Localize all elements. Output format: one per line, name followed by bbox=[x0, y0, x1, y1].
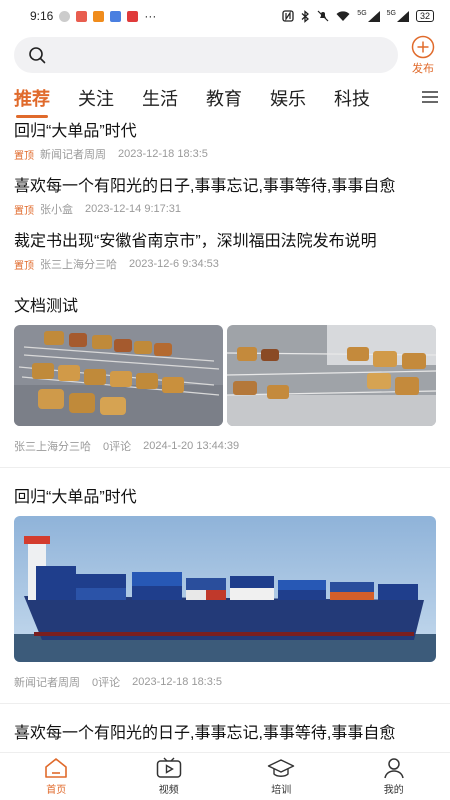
article-time: 2023-12-14 9:17:31 bbox=[85, 203, 182, 215]
article-author: 张三上海分三哈 bbox=[14, 441, 91, 453]
grilled-food-photo[interactable] bbox=[227, 325, 436, 426]
search-bar[interactable] bbox=[14, 37, 398, 73]
bbq-skewers-photo[interactable] bbox=[14, 325, 223, 426]
nfc-icon bbox=[282, 10, 294, 22]
video-app-icon bbox=[127, 10, 139, 22]
article-images bbox=[14, 325, 436, 426]
article-title: 喜欢每一个有阳光的日子,事事忘记,事事等待,事事自愈 bbox=[14, 178, 396, 195]
tab-tech[interactable]: 科技 bbox=[334, 85, 370, 111]
tabbar-profile[interactable]: 我的 bbox=[338, 753, 450, 800]
pinned-badge: 置顶 bbox=[14, 205, 34, 217]
comment-count: 0评论 bbox=[92, 677, 121, 689]
comment-count: 0评论 bbox=[103, 441, 132, 453]
article-author: 张三上海分三哈 bbox=[40, 259, 117, 271]
article-time: 2023-12-18 18:3:5 bbox=[118, 148, 208, 160]
game-app-icon bbox=[93, 10, 105, 22]
mute-icon bbox=[317, 10, 329, 22]
article-author: 张小盒 bbox=[40, 204, 73, 216]
video-icon bbox=[156, 757, 181, 778]
category-tabs: 推荐 关注 生活 教育 娱乐 科技 bbox=[0, 78, 450, 118]
bluetooth-icon bbox=[301, 9, 310, 23]
status-bar: 9:16 ··· 5G 5G 32 bbox=[0, 0, 450, 32]
article-card[interactable]: 喜欢每一个有阳光的日子,事事忘记,事事等待,事事自愈 bbox=[0, 712, 450, 752]
more-notifications: ··· bbox=[144, 9, 157, 23]
tabbar-label: 首页 bbox=[46, 785, 67, 796]
pinned-article[interactable]: 裁定书出现“安徽省南京市”，深圳福田法院发布说明 置顶 张三上海分三哈 2023… bbox=[0, 226, 450, 281]
search-icon bbox=[29, 47, 46, 64]
status-time: 9:16 bbox=[30, 9, 54, 23]
battery-indicator: 32 bbox=[415, 10, 434, 22]
news-feed[interactable]: 回归“大单品”时代 置顶 新闻记者周周 2023-12-18 18:3:5 喜欢… bbox=[0, 116, 450, 752]
tab-education[interactable]: 教育 bbox=[206, 85, 242, 111]
article-title: 裁定书出现“安徽省南京市”，深圳福田法院发布说明 bbox=[14, 233, 377, 250]
publish-label: 发布 bbox=[412, 62, 434, 75]
menu-icon[interactable] bbox=[422, 90, 438, 104]
search-input[interactable] bbox=[54, 47, 354, 63]
game-app-icon bbox=[76, 10, 88, 22]
search-row: 发布 bbox=[0, 34, 450, 76]
graduation-cap-icon bbox=[268, 759, 295, 777]
mail-app-icon bbox=[110, 10, 122, 22]
tabbar-training[interactable]: 培训 bbox=[225, 753, 338, 800]
tabbar-label: 培训 bbox=[271, 785, 292, 796]
article-title: 回归“大单品”时代 bbox=[14, 123, 137, 140]
publish-button[interactable]: 发布 bbox=[408, 35, 438, 76]
article-author: 新闻记者周周 bbox=[40, 149, 106, 161]
cargo-ship-photo[interactable] bbox=[14, 516, 436, 662]
tabbar-video[interactable]: 视频 bbox=[113, 753, 226, 800]
tab-entertainment[interactable]: 娱乐 bbox=[270, 85, 306, 111]
signal-icon bbox=[367, 10, 380, 22]
home-icon bbox=[45, 758, 68, 778]
tabbar-label: 我的 bbox=[383, 785, 404, 796]
article-title: 回归“大单品”时代 bbox=[14, 489, 137, 506]
tab-recommend[interactable]: 推荐 bbox=[14, 85, 50, 118]
article-time: 2023-12-18 18:3:5 bbox=[132, 676, 223, 688]
add-circle-icon bbox=[411, 35, 435, 58]
article-card[interactable]: 文档测试 张三上海分三哈 0评论 2024-1-20 13:44:39 bbox=[0, 285, 450, 468]
article-card[interactable]: 回归“大单品”时代 新闻记者周周 0评论 2023-12-18 18:3:5 bbox=[0, 476, 450, 704]
article-author: 新闻记者周周 bbox=[14, 677, 80, 689]
bottom-tab-bar: 首页 视频 培训 我的 bbox=[0, 752, 450, 800]
wifi-icon bbox=[336, 10, 350, 21]
app-notification-icon bbox=[59, 10, 71, 22]
article-title: 喜欢每一个有阳光的日子,事事忘记,事事等待,事事自愈 bbox=[14, 725, 396, 742]
article-time: 2023-12-6 9:34:53 bbox=[129, 258, 219, 270]
pinned-article[interactable]: 回归“大单品”时代 置顶 新闻记者周周 2023-12-18 18:3:5 bbox=[0, 116, 450, 171]
tabbar-home[interactable]: 首页 bbox=[0, 753, 113, 800]
signal-label: 5G bbox=[386, 9, 396, 17]
pinned-badge: 置顶 bbox=[14, 150, 34, 162]
signal-label: 5G bbox=[357, 9, 367, 17]
pinned-badge: 置顶 bbox=[14, 260, 34, 272]
tabbar-label: 视频 bbox=[158, 785, 179, 796]
tab-follow[interactable]: 关注 bbox=[78, 85, 114, 111]
pinned-article[interactable]: 喜欢每一个有阳光的日子,事事忘记,事事等待,事事自愈 置顶 张小盒 2023-1… bbox=[0, 171, 450, 226]
signal-icon bbox=[396, 10, 409, 22]
user-icon bbox=[384, 758, 404, 779]
article-time: 2024-1-20 13:44:39 bbox=[143, 440, 240, 452]
article-title: 文档测试 bbox=[14, 298, 79, 315]
tab-life[interactable]: 生活 bbox=[142, 85, 178, 111]
